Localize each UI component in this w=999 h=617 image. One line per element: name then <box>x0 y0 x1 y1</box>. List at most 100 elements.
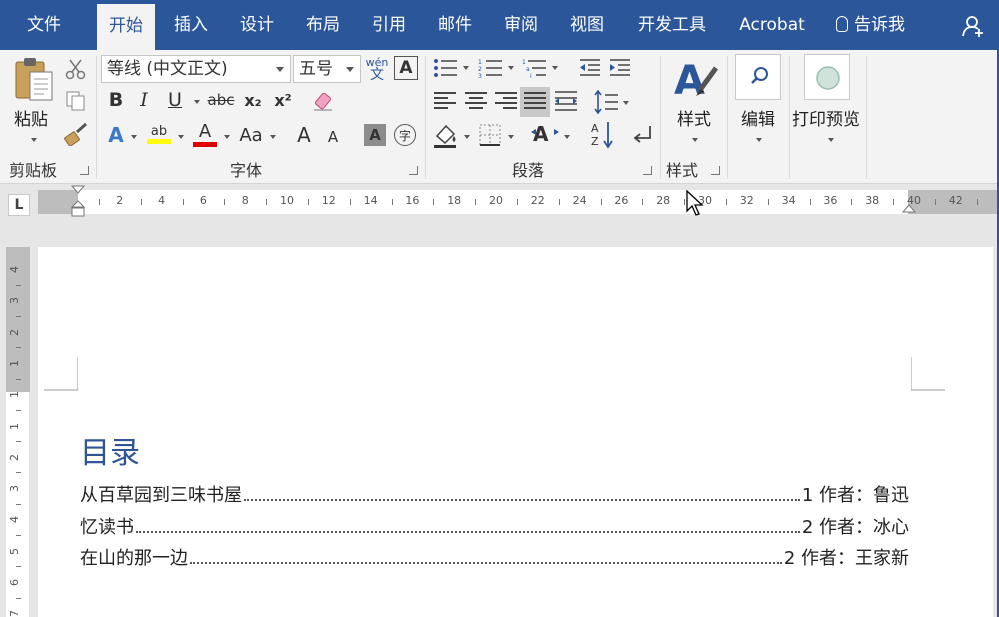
justify-button[interactable] <box>520 87 550 117</box>
tab-view[interactable]: 视图 <box>558 0 616 50</box>
shading-dropdown-arrow[interactable] <box>464 135 470 139</box>
tab-design[interactable]: 设计 <box>228 0 286 50</box>
tab-references[interactable]: 引用 <box>360 0 418 50</box>
strikethrough-button[interactable]: abc <box>206 88 236 112</box>
numbering-dropdown-arrow[interactable] <box>508 66 514 70</box>
tab-layout[interactable]: 布局 <box>294 0 352 50</box>
paste-button[interactable]: 粘贴 <box>14 105 48 130</box>
character-shading-button[interactable]: A <box>364 124 386 146</box>
paste-dropdown-arrow[interactable] <box>31 138 37 142</box>
highlight-button[interactable]: ab <box>146 120 172 148</box>
bold-button[interactable]: B <box>104 88 128 112</box>
tab-mailings[interactable]: 邮件 <box>426 0 484 50</box>
ruler-tick <box>182 199 184 205</box>
shading-icon[interactable] <box>432 122 460 148</box>
highlight-dropdown-arrow[interactable] <box>178 135 184 139</box>
font-name-combo[interactable]: 等线 (中文正文) <box>101 55 291 83</box>
copy-icon[interactable] <box>64 90 88 112</box>
subscript-button[interactable]: x₂ <box>240 88 266 112</box>
format-painter-icon[interactable] <box>64 122 90 146</box>
toc-entry[interactable]: 在山的那一边 2 作者：王家新 <box>80 544 909 570</box>
phonetic-top-text: wén <box>365 55 389 69</box>
distributed-icon[interactable] <box>553 90 579 112</box>
tab-file[interactable]: 文件 <box>0 0 88 50</box>
editing-button-box[interactable] <box>735 54 781 100</box>
align-left-icon[interactable] <box>434 92 456 110</box>
phonetic-guide-button[interactable]: wén 文 <box>365 54 389 84</box>
change-case-button[interactable]: Aa <box>236 122 266 148</box>
tab-acrobat[interactable]: Acrobat <box>728 0 816 50</box>
svg-text:1: 1 <box>522 59 526 66</box>
borders-dropdown-arrow[interactable] <box>508 135 514 139</box>
align-right-icon[interactable] <box>495 92 517 110</box>
chinese-layout-dropdown-arrow[interactable] <box>564 135 570 139</box>
font-dialog-launcher[interactable] <box>409 166 418 175</box>
change-case-dropdown-arrow[interactable] <box>270 135 276 139</box>
indent-markers-icon[interactable] <box>71 185 85 221</box>
print-preview-button[interactable]: 打印预览 <box>792 105 860 130</box>
increase-indent-icon[interactable] <box>608 58 632 78</box>
tab-selector[interactable]: L <box>8 194 30 216</box>
print-preview-dropdown-arrow[interactable] <box>828 138 834 142</box>
show-hide-marks-icon[interactable] <box>630 122 654 146</box>
decrease-indent-icon[interactable] <box>578 58 602 78</box>
superscript-button[interactable]: x² <box>270 88 296 112</box>
styles-dropdown-arrow[interactable] <box>692 138 698 142</box>
cut-icon[interactable] <box>64 58 88 80</box>
underline-button[interactable]: U <box>163 88 187 112</box>
borders-icon[interactable] <box>478 123 502 147</box>
horizontal-ruler[interactable]: 2 4 6 8 10 12 14 16 18 20 22 24 26 28 30 32 34 36 38 40 42 <box>38 185 999 217</box>
toc-entry[interactable]: 忆读书 2 作者：冰心 <box>80 513 909 539</box>
bullets-icon[interactable] <box>433 58 459 78</box>
clear-formatting-icon[interactable] <box>312 90 336 112</box>
ruler-tick <box>391 199 393 205</box>
print-preview-button-box[interactable] <box>804 54 850 100</box>
paragraph-dialog-launcher[interactable] <box>643 166 652 175</box>
shrink-font-button[interactable]: A <box>322 126 344 148</box>
share-person-icon[interactable] <box>962 14 986 38</box>
grow-font-button[interactable]: A <box>292 122 316 148</box>
chinese-layout-icon[interactable]: A <box>530 122 560 148</box>
font-group-label: 字体 <box>230 161 263 180</box>
chevron-down-icon[interactable] <box>346 67 354 72</box>
toc-heading[interactable]: 目录 <box>80 428 140 472</box>
editing-button[interactable]: 编辑 <box>741 105 775 130</box>
vruler-tick <box>16 347 21 349</box>
justify-icon <box>524 92 546 110</box>
paste-icon[interactable] <box>12 56 56 102</box>
text-effects-dropdown-arrow[interactable] <box>131 135 137 139</box>
styles-button[interactable]: 样式 <box>677 105 711 130</box>
bullets-dropdown-arrow[interactable] <box>463 66 469 70</box>
svg-text:2: 2 <box>478 66 482 73</box>
tab-review[interactable]: 审阅 <box>492 0 550 50</box>
font-color-dropdown-arrow[interactable] <box>224 135 230 139</box>
tell-me-box[interactable]: 告诉我 <box>836 0 905 50</box>
styles-dialog-launcher[interactable] <box>711 166 720 175</box>
vruler-number: 2 <box>8 328 21 336</box>
tab-developer[interactable]: 开发工具 <box>626 0 718 50</box>
character-border-button[interactable]: A <box>394 56 418 80</box>
clipboard-dialog-launcher[interactable] <box>80 166 89 175</box>
font-color-button[interactable]: A <box>192 120 218 148</box>
vertical-ruler[interactable]: 4 3 2 1 1 1 2 3 4 5 6 7 <box>6 247 30 617</box>
enclose-characters-button[interactable]: 字 <box>394 124 416 146</box>
font-size-combo[interactable]: 五号 <box>293 55 361 83</box>
styles-gallery-icon[interactable]: A <box>672 54 720 102</box>
numbering-icon[interactable]: 123 <box>478 58 504 78</box>
editing-dropdown-arrow[interactable] <box>756 138 762 142</box>
crop-mark-left <box>44 357 78 391</box>
paragraph-group-label: 段落 <box>512 161 545 180</box>
underline-dropdown-arrow[interactable] <box>194 100 200 104</box>
italic-button[interactable]: I <box>132 88 156 112</box>
multilevel-list-icon[interactable]: 1ai <box>522 58 548 78</box>
line-spacing-dropdown-arrow[interactable] <box>623 101 629 105</box>
chevron-down-icon[interactable] <box>276 67 284 72</box>
sort-icon[interactable]: A Z <box>590 120 616 150</box>
line-spacing-icon[interactable] <box>593 90 619 114</box>
tab-insert[interactable]: 插入 <box>162 0 220 50</box>
text-effects-button[interactable]: A <box>104 122 128 148</box>
tab-home[interactable]: 开始 <box>97 4 155 50</box>
multilevel-dropdown-arrow[interactable] <box>552 66 558 70</box>
align-center-icon[interactable] <box>465 92 487 110</box>
toc-entry[interactable]: 从百草园到三味书屋 1 作者：鲁迅 <box>80 481 909 507</box>
